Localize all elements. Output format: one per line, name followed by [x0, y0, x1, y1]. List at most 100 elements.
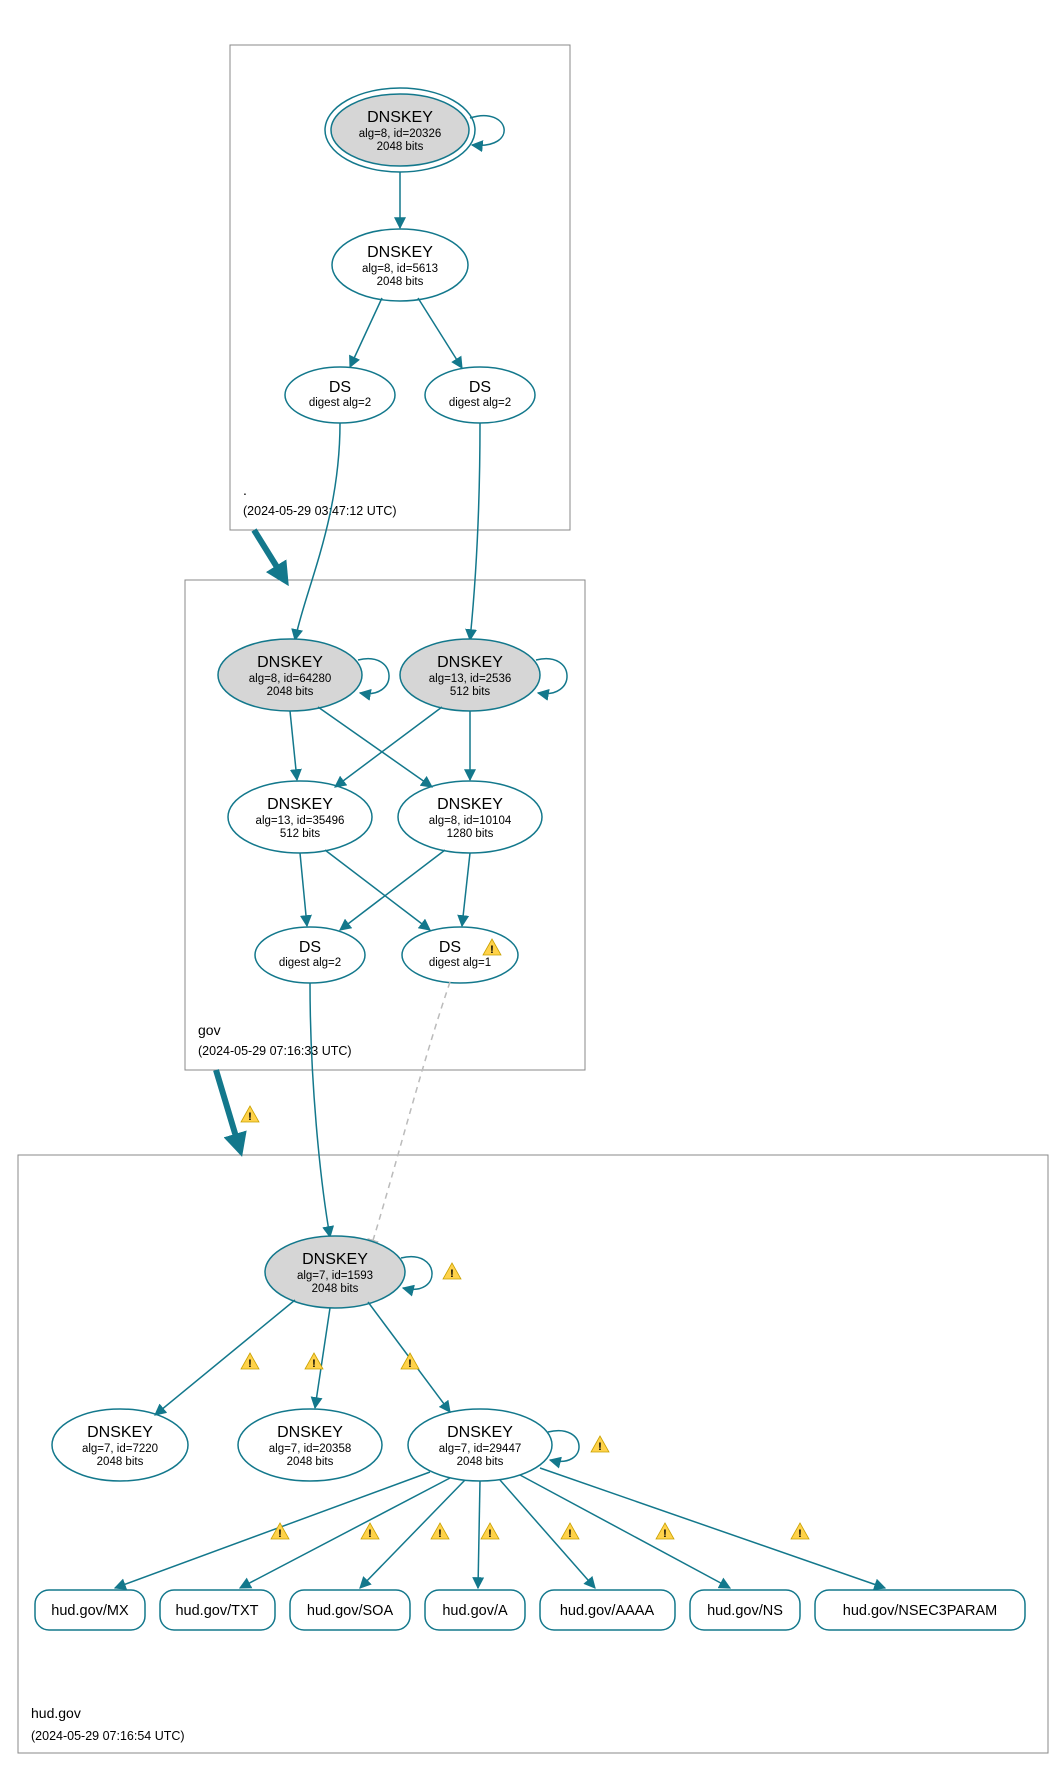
svg-text:alg=8, id=10104: alg=8, id=10104: [429, 815, 512, 827]
node-root-zsk: DNSKEY alg=8, id=5613 2048 bits: [332, 229, 468, 301]
warn-e1: [241, 1353, 259, 1370]
node-hud-k1: DNSKEY alg=7, id=7220 2048 bits: [52, 1409, 188, 1481]
node-rr-txt: hud.gov/TXT: [160, 1590, 275, 1630]
node-root-ds2: DS digest alg=2: [425, 367, 535, 423]
svg-text:hud.gov/NS: hud.gov/NS: [707, 1603, 783, 1619]
svg-text:alg=7, id=20358: alg=7, id=20358: [269, 1443, 352, 1455]
e-hudksk-k1: [155, 1300, 295, 1415]
svg-text:DNSKEY: DNSKEY: [267, 796, 333, 813]
svg-text:2048 bits: 2048 bits: [267, 686, 314, 698]
node-hud-k2: DNSKEY alg=7, id=20358 2048 bits: [238, 1409, 382, 1481]
svg-text:alg=7, id=1593: alg=7, id=1593: [297, 1270, 373, 1282]
svg-text:alg=8, id=64280: alg=8, id=64280: [249, 673, 332, 685]
warn-icon-hudk3-self: [591, 1436, 609, 1453]
svg-text:digest alg=1: digest alg=1: [429, 957, 491, 969]
node-gov-ds1: DS digest alg=2: [255, 927, 365, 983]
e-gz2-gd2: [462, 853, 470, 926]
e-gz2-gd1: [340, 850, 445, 930]
svg-text:hud.gov/TXT: hud.gov/TXT: [175, 1603, 258, 1619]
node-gov-zsk1: DNSKEY alg=13, id=35496 512 bits: [228, 781, 372, 853]
svg-text:digest alg=2: digest alg=2: [449, 397, 511, 409]
svg-text:digest alg=2: digest alg=2: [279, 957, 341, 969]
svg-text:alg=8, id=5613: alg=8, id=5613: [362, 263, 438, 275]
svg-text:512 bits: 512 bits: [280, 828, 321, 840]
svg-text:alg=7, id=29447: alg=7, id=29447: [439, 1443, 522, 1455]
e-k3-aaaa: [500, 1480, 595, 1588]
svg-text:2048 bits: 2048 bits: [287, 1456, 334, 1468]
e-k3-nsec3: [540, 1468, 885, 1588]
node-rr-mx: hud.gov/MX: [35, 1590, 145, 1630]
warn-icon-deleg: [241, 1106, 259, 1123]
svg-text:DNSKEY: DNSKEY: [87, 1424, 153, 1441]
e-k3-txt: [240, 1478, 450, 1588]
svg-text:hud.gov/AAAA: hud.gov/AAAA: [560, 1603, 655, 1619]
edge-rootzsk-ds1: [350, 298, 382, 367]
node-rr-soa: hud.gov/SOA: [290, 1590, 410, 1630]
node-hud-k3: DNSKEY alg=7, id=29447 2048 bits: [408, 1409, 552, 1481]
svg-text:DS: DS: [329, 379, 351, 396]
zone-gov-time: (2024-05-29 07:16:33 UTC): [198, 1044, 352, 1058]
warn-icon-hudksk-self: [443, 1263, 461, 1280]
svg-text:DNSKEY: DNSKEY: [367, 244, 433, 261]
svg-text:512 bits: 512 bits: [450, 686, 491, 698]
svg-text:2048 bits: 2048 bits: [457, 1456, 504, 1468]
node-root-ds1: DS digest alg=2: [285, 367, 395, 423]
edge-rootzsk-ds2: [418, 298, 462, 368]
w-soa: [431, 1523, 449, 1540]
edge-ds1-govksk1: [295, 423, 340, 640]
w-a: [481, 1523, 499, 1540]
zone-root-label: .: [243, 482, 247, 498]
svg-text:DS: DS: [469, 379, 491, 396]
svg-text:alg=8, id=20326: alg=8, id=20326: [359, 128, 442, 140]
svg-text:1280 bits: 1280 bits: [447, 828, 494, 840]
edge-gov-to-hud-deleg: [216, 1070, 240, 1150]
node-rr-ns: hud.gov/NS: [690, 1590, 800, 1630]
node-root-ksk: DNSKEY alg=8, id=20326 2048 bits: [325, 88, 475, 172]
zone-root-time: (2024-05-29 03:47:12 UTC): [243, 504, 397, 518]
svg-text:alg=7, id=7220: alg=7, id=7220: [82, 1443, 158, 1455]
node-rr-a: hud.gov/A: [425, 1590, 525, 1630]
node-gov-ksk1: DNSKEY alg=8, id=64280 2048 bits: [218, 639, 362, 711]
edge-ds2-govksk2: [470, 423, 480, 640]
e-gk1-gz2: [318, 707, 432, 787]
node-rr-nsec3: hud.gov/NSEC3PARAM: [815, 1590, 1025, 1630]
svg-text:2048 bits: 2048 bits: [377, 141, 424, 153]
svg-text:hud.gov/A: hud.gov/A: [442, 1603, 508, 1619]
svg-text:hud.gov/MX: hud.gov/MX: [51, 1603, 129, 1619]
node-rr-aaaa: hud.gov/AAAA: [540, 1590, 675, 1630]
edge-root-to-gov-deleg: [254, 530, 285, 580]
e-k3-ns: [520, 1475, 730, 1588]
svg-text:DNSKEY: DNSKEY: [447, 1424, 513, 1441]
zone-hud-label: hud.gov: [31, 1705, 81, 1721]
svg-text:2048 bits: 2048 bits: [312, 1283, 359, 1295]
node-gov-ksk2: DNSKEY alg=13, id=2536 512 bits: [400, 639, 540, 711]
warn-e3: [401, 1353, 419, 1370]
svg-text:digest alg=2: digest alg=2: [309, 397, 371, 409]
w-aaaa: [561, 1523, 579, 1540]
warn-e2: [305, 1353, 323, 1370]
svg-text:DNSKEY: DNSKEY: [367, 109, 433, 126]
svg-text:alg=13, id=2536: alg=13, id=2536: [429, 673, 512, 685]
w-nsec3: [791, 1523, 809, 1540]
e-gd2-hudksk-dashed: [370, 982, 450, 1250]
node-gov-zsk2: DNSKEY alg=8, id=10104 1280 bits: [398, 781, 542, 853]
node-hud-ksk: DNSKEY alg=7, id=1593 2048 bits: [265, 1236, 405, 1308]
svg-text:DNSKEY: DNSKEY: [257, 654, 323, 671]
w-ns: [656, 1523, 674, 1540]
svg-text:2048 bits: 2048 bits: [97, 1456, 144, 1468]
e-gz1-gd1: [300, 853, 307, 926]
svg-text:DNSKEY: DNSKEY: [302, 1251, 368, 1268]
svg-text:DNSKEY: DNSKEY: [437, 796, 503, 813]
svg-text:alg=13, id=35496: alg=13, id=35496: [256, 815, 345, 827]
e-k3-a: [478, 1481, 480, 1588]
svg-text:2048 bits: 2048 bits: [377, 276, 424, 288]
e-gz1-gd2: [325, 850, 430, 930]
svg-text:hud.gov/SOA: hud.gov/SOA: [307, 1603, 394, 1619]
svg-text:hud.gov/NSEC3PARAM: hud.gov/NSEC3PARAM: [843, 1603, 997, 1619]
zone-gov-label: gov: [198, 1022, 221, 1038]
e-gk2-gz1: [335, 707, 442, 787]
svg-text:DNSKEY: DNSKEY: [437, 654, 503, 671]
svg-text:DS: DS: [299, 939, 321, 956]
svg-text:DNSKEY: DNSKEY: [277, 1424, 343, 1441]
e-gd1-hudksk: [310, 983, 330, 1237]
